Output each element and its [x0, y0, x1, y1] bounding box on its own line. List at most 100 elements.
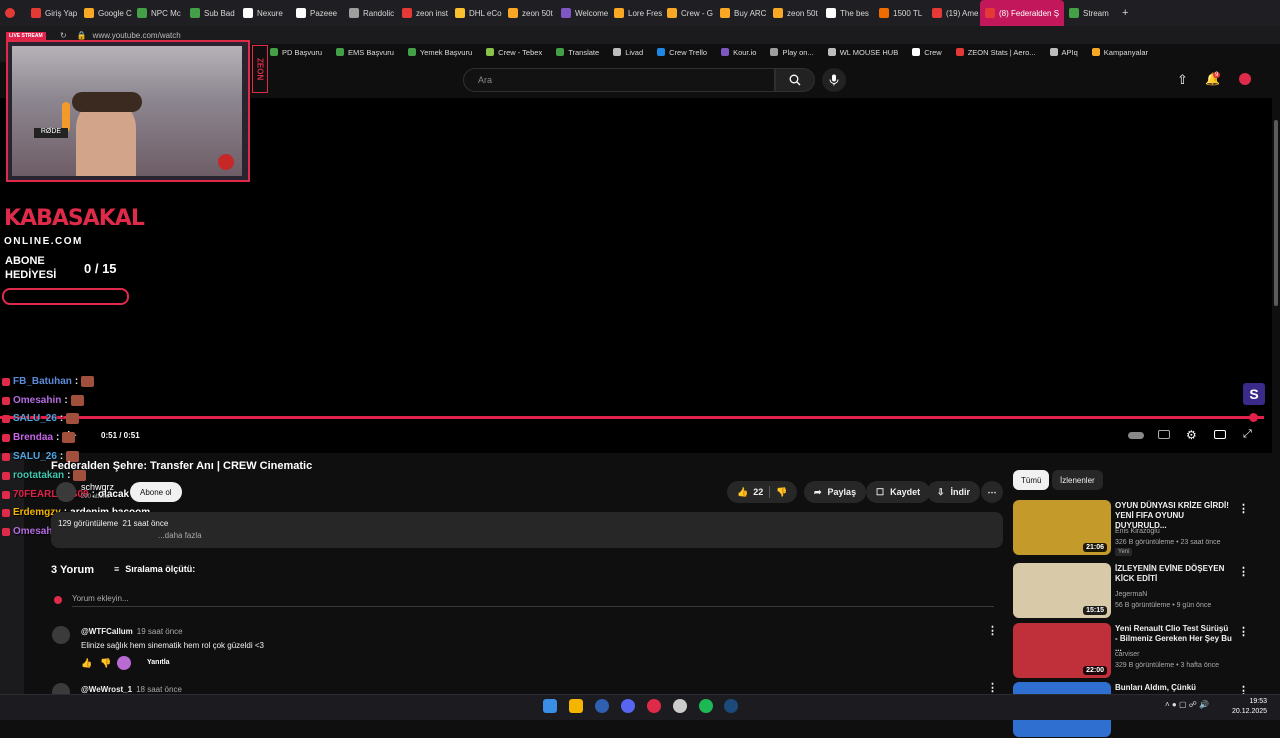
- video-menu-icon[interactable]: ⋮: [1238, 625, 1249, 638]
- recommended-video[interactable]: 22:00 Yeni Renault Clio Test Sürüşü - Bil…: [1013, 623, 1268, 679]
- file-explorer-icon[interactable]: [569, 699, 583, 713]
- video-title[interactable]: Yeni Renault Clio Test Sürüşü - Bilmeniz…: [1115, 624, 1233, 654]
- settings-icon[interactable]: ⚙: [1186, 428, 1197, 442]
- bookmark-item[interactable]: Yemek Başvuru: [407, 48, 472, 57]
- reload-icon[interactable]: ↻: [60, 31, 67, 40]
- download-button[interactable]: ⇩ İndir: [927, 481, 981, 503]
- steam-icon[interactable]: [724, 699, 738, 713]
- spotify-icon[interactable]: [699, 699, 713, 713]
- comment-author[interactable]: @WTFCallum 19 saat önce: [81, 627, 183, 636]
- search-input[interactable]: Ara: [463, 68, 775, 92]
- browser-tab[interactable]: 1500 TL: [874, 0, 927, 26]
- browser-tab[interactable]: The bes: [821, 0, 874, 26]
- video-menu-icon[interactable]: ⋮: [1238, 565, 1249, 578]
- sort-button[interactable]: ≡ Sıralama ölçütü:: [114, 564, 195, 574]
- theater-mode-icon[interactable]: [1214, 430, 1226, 439]
- browser-tab[interactable]: zeon 50t: [503, 0, 556, 26]
- video-channel[interactable]: Enis Kirazoglu: [1115, 528, 1160, 535]
- scrubber-handle[interactable]: [1249, 413, 1258, 422]
- fullscreen-icon[interactable]: ⤢: [1243, 428, 1252, 441]
- browser-tab[interactable]: (19) Ame: [927, 0, 980, 26]
- avatar[interactable]: [1239, 73, 1251, 85]
- bookmark-item[interactable]: APIq: [1049, 48, 1078, 57]
- bookmark-item[interactable]: Play on...: [770, 48, 814, 57]
- video-thumbnail[interactable]: 15:15: [1013, 563, 1111, 618]
- opera-icon[interactable]: [647, 699, 661, 713]
- bookmark-item[interactable]: Livad: [613, 48, 643, 57]
- recommended-video[interactable]: 15:15 İZLEYENİN EVİNE DÖŞEYEN KİCK EDİTİ J…: [1013, 563, 1268, 619]
- subtitles-icon[interactable]: [1158, 430, 1170, 439]
- browser-tab[interactable]: Google C: [79, 0, 132, 26]
- voice-search-button[interactable]: [822, 68, 846, 92]
- channel-avatar[interactable]: [56, 482, 76, 502]
- bookmark-item[interactable]: Crew: [912, 48, 942, 57]
- video-title[interactable]: İZLEYENİN EVİNE DÖŞEYEN KİCK EDİTİ: [1115, 564, 1233, 584]
- search-button[interactable]: [775, 68, 815, 92]
- reply-button[interactable]: Yanıtla: [147, 659, 170, 666]
- browser-tab[interactable]: Randolic: [344, 0, 397, 26]
- browser-tab[interactable]: Giriş Yap: [26, 0, 79, 26]
- discord-icon[interactable]: [621, 699, 635, 713]
- bookmark-item[interactable]: Kour.io: [721, 48, 756, 57]
- like-button[interactable]: 👍 22: [737, 487, 763, 498]
- comment-like-icon[interactable]: 👍: [81, 658, 92, 669]
- thumbs-down-icon[interactable]: 👎: [776, 487, 787, 498]
- video-menu-icon[interactable]: ⋮: [1238, 502, 1249, 515]
- video-title[interactable]: OYUN DÜNYASI KRİZE GİRDİ! YENİ FIFA OYUN…: [1115, 501, 1233, 531]
- autoplay-toggle[interactable]: [1128, 432, 1144, 439]
- bookmark-item[interactable]: Crew - Tebex: [486, 48, 542, 57]
- subscribe-button[interactable]: Abone ol: [130, 482, 182, 502]
- browser-tab[interactable]: Pazeee: [291, 0, 344, 26]
- app-icon[interactable]: [595, 699, 609, 713]
- video-thumbnail[interactable]: 22:00: [1013, 623, 1111, 678]
- upload-icon[interactable]: ⇧: [1177, 72, 1188, 88]
- github-icon[interactable]: [673, 699, 687, 713]
- system-tray-icons[interactable]: ˄ ● ▢ ☍ 🔊: [1165, 700, 1209, 709]
- bookmark-item[interactable]: WL MOUSE HUB: [827, 48, 898, 57]
- browser-tab[interactable]: NPC Mc: [132, 0, 185, 26]
- video-thumbnail[interactable]: 21:06: [1013, 500, 1111, 555]
- video-channel[interactable]: JegermaN: [1115, 591, 1147, 598]
- description-more-link[interactable]: ...daha fazla: [158, 531, 202, 540]
- bookmark-item[interactable]: Translate: [556, 48, 599, 57]
- channel-name[interactable]: schwgrz: [81, 482, 114, 492]
- browser-logo-icon[interactable]: [0, 0, 26, 26]
- share-button[interactable]: ➦ Paylaş: [804, 481, 867, 503]
- browser-tab[interactable]: Buy ARC: [715, 0, 768, 26]
- chip-watched[interactable]: İzlenenler: [1052, 470, 1103, 490]
- browser-tab[interactable]: Crew - G: [662, 0, 715, 26]
- comment-menu-icon[interactable]: ⋮: [987, 624, 998, 637]
- comment-author[interactable]: @WeWrost_1 18 saat önce: [81, 685, 182, 694]
- comment-dislike-icon[interactable]: 👎: [100, 658, 111, 669]
- browser-tab[interactable]: Lore Fres: [609, 0, 662, 26]
- bookmark-item[interactable]: ZEON Stats | Aero...: [955, 48, 1036, 57]
- comment-avatar[interactable]: [52, 626, 70, 644]
- browser-tab[interactable]: zeon 50t: [768, 0, 821, 26]
- bookmark-item[interactable]: Kampanyalar: [1091, 48, 1148, 57]
- browser-tab[interactable]: DHL eCo: [450, 0, 503, 26]
- url-text[interactable]: www.youtube.com/watch: [93, 31, 181, 40]
- new-tab-button[interactable]: +: [1117, 0, 1133, 26]
- taskbar: [0, 694, 1280, 720]
- browser-tab[interactable]: Nexure: [238, 0, 291, 26]
- page-scrollbar[interactable]: [1274, 120, 1278, 306]
- browser-tab[interactable]: (8) Federalden Ş: [980, 0, 1064, 26]
- description-box[interactable]: [51, 512, 1003, 548]
- browser-tab[interactable]: Sub Bad: [185, 0, 238, 26]
- save-button[interactable]: ☐ Kaydet: [866, 481, 931, 503]
- comment-menu-icon[interactable]: ⋮: [987, 681, 998, 694]
- chip-all[interactable]: Tümü: [1013, 470, 1050, 490]
- clock[interactable]: 19:53 20.12.2025: [1232, 697, 1267, 717]
- recommended-video[interactable]: 21:06 OYUN DÜNYASI KRİZE GİRDİ! YENİ FIFA…: [1013, 500, 1268, 556]
- browser-tab[interactable]: Stream: [1064, 0, 1117, 26]
- add-comment-input[interactable]: Yorum ekleyin...: [72, 594, 129, 603]
- start-icon[interactable]: [543, 699, 557, 713]
- browser-tab[interactable]: Welcome: [556, 0, 609, 26]
- more-actions-button[interactable]: ⋯: [981, 481, 1003, 503]
- bookmark-item[interactable]: PD Başvuru: [270, 48, 322, 57]
- bookmark-item[interactable]: Crew Trello: [657, 48, 707, 57]
- progress-bar[interactable]: [0, 416, 1264, 419]
- browser-tab[interactable]: zeon inst: [397, 0, 450, 26]
- video-channel[interactable]: carviser: [1115, 651, 1140, 658]
- bookmark-item[interactable]: EMS Başvuru: [336, 48, 394, 57]
